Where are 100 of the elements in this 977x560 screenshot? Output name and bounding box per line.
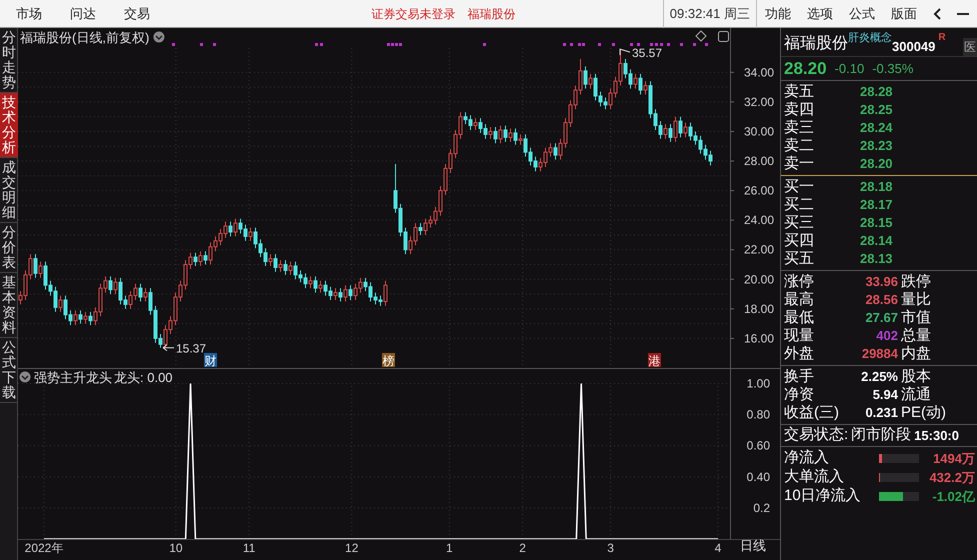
- stat-value: 29884: [860, 345, 898, 363]
- axis-tick: 4: [714, 541, 722, 555]
- price-change: -0.10: [834, 60, 864, 78]
- price-tick: 32.00: [744, 94, 774, 109]
- order-label: 卖五: [784, 83, 815, 101]
- stat-label: 量比: [901, 291, 931, 309]
- axis-tick: 0.2: [753, 500, 770, 515]
- indicator-title: 强势主升龙头: [34, 370, 112, 385]
- axis-tick: 0.80: [746, 408, 770, 422]
- axis-tick: 1.00: [746, 376, 770, 391]
- stat-label: 换手: [784, 368, 815, 386]
- menu-item[interactable]: 选项: [799, 4, 841, 24]
- side-tab[interactable]: 医: [963, 38, 977, 56]
- menu-item[interactable]: 交易: [110, 4, 164, 24]
- panel-toggle-icon: [718, 31, 729, 42]
- flow-value: -1.02亿: [932, 488, 976, 506]
- order-price: 28.14: [860, 232, 893, 250]
- flow-label: 大单流入: [784, 467, 845, 487]
- order-label: 卖二: [784, 137, 815, 155]
- order-price: 28.13: [860, 250, 893, 268]
- leader-line: [162, 344, 174, 352]
- stat-label: 股本: [901, 368, 931, 386]
- order-label: 买五: [784, 250, 815, 268]
- stat-label: 市值: [901, 309, 931, 327]
- flag-text: R: [938, 31, 946, 45]
- side-tab[interactable]: 技术分析: [0, 93, 18, 158]
- order-label: 买二: [784, 196, 815, 214]
- stat-value: 5.94: [872, 386, 898, 404]
- price-tick: 30.00: [744, 124, 774, 138]
- axis-tick: 2022年: [24, 541, 64, 555]
- percent-change: -0.35%: [872, 60, 914, 78]
- login-notice: 证券交易未登录: [371, 6, 456, 22]
- status-label: 交易状态:: [784, 425, 848, 446]
- stat-label: 跌停: [901, 273, 931, 291]
- stat-label: PE(动): [901, 404, 946, 422]
- status-time: 15:30:0: [914, 426, 959, 445]
- price-tick: 16.00: [744, 331, 774, 346]
- chart-title: 福瑞股份(日线,前复权): [20, 30, 150, 45]
- flow-label: 净流入: [784, 448, 830, 468]
- flow-value: 432.2万: [929, 468, 976, 487]
- minimize-icon[interactable]: [957, 12, 969, 16]
- order-price: 28.15: [860, 214, 893, 232]
- stock-name: 福瑞股份: [784, 34, 848, 54]
- stat-value: 33.96: [864, 273, 898, 291]
- event-marker: 港: [648, 353, 661, 368]
- indicator-reading: 龙头: 0.00: [114, 370, 173, 385]
- order-label: 买四: [784, 232, 815, 250]
- order-label: 卖一: [784, 155, 815, 173]
- axis-tick: 12: [345, 541, 358, 555]
- event-marker: 榜: [382, 353, 395, 368]
- order-price: 28.28: [860, 83, 893, 101]
- high-price-label: 35.57: [632, 46, 662, 60]
- price-tick: 24.00: [744, 213, 774, 228]
- stat-label: 净资: [784, 386, 815, 404]
- dropdown-icon: [153, 32, 164, 42]
- axis-tick: 11: [242, 541, 256, 555]
- order-price: 28.25: [860, 101, 893, 119]
- back-icon[interactable]: [933, 8, 941, 20]
- stat-label: 内盘: [901, 345, 931, 363]
- stat-label: 现量: [784, 327, 815, 345]
- order-price: 28.23: [860, 137, 893, 155]
- stat-label: 最低: [784, 309, 815, 327]
- stat-label: 涨停: [784, 273, 815, 291]
- stat-label: 收益(三): [784, 404, 840, 422]
- status-value: 闭市阶段: [851, 425, 912, 446]
- price-tick: 18.00: [744, 302, 774, 316]
- price-tick: 34.00: [744, 65, 774, 80]
- stat-label: 外盘: [784, 345, 815, 363]
- order-price: 28.20: [860, 155, 893, 173]
- stock-code: 300049: [892, 38, 936, 56]
- stat-value: 27.67: [864, 309, 898, 327]
- menu-item[interactable]: 市场: [0, 4, 56, 24]
- leader-line: [620, 48, 630, 56]
- order-price: 28.24: [860, 119, 893, 137]
- stat-value: 28.56: [864, 291, 898, 309]
- period-label: 日线: [740, 538, 766, 553]
- axis-tick: 3: [607, 541, 614, 555]
- menu-item[interactable]: 问达: [56, 4, 110, 24]
- axis-tick: 10: [169, 541, 183, 555]
- flow-value: 1494万: [933, 450, 976, 468]
- axis-tick: 2: [519, 541, 526, 555]
- order-price: 28.18: [860, 178, 893, 196]
- order-price: 28.17: [860, 196, 893, 214]
- axis-tick: 0.40: [746, 470, 770, 484]
- order-label: 买三: [784, 214, 815, 232]
- price-tick: 26.00: [744, 184, 774, 198]
- order-label: 买一: [784, 178, 815, 196]
- order-label: 卖四: [784, 101, 815, 119]
- price-tick: 22.00: [744, 242, 774, 257]
- event-marker: 财: [204, 353, 217, 368]
- menu-item[interactable]: 版面: [883, 4, 925, 24]
- menu-item[interactable]: 功能: [757, 4, 799, 24]
- stat-value: 0.231: [864, 404, 898, 422]
- low-price-label: 15.37: [176, 342, 206, 356]
- price-tick: 20.00: [744, 272, 774, 286]
- menu-item[interactable]: 公式: [841, 4, 883, 24]
- stat-label: 最高: [784, 291, 815, 309]
- stat-label: 总量: [901, 327, 931, 345]
- concept-tag: 肝炎概念: [848, 30, 892, 46]
- stat-value: 2.25%: [860, 368, 898, 386]
